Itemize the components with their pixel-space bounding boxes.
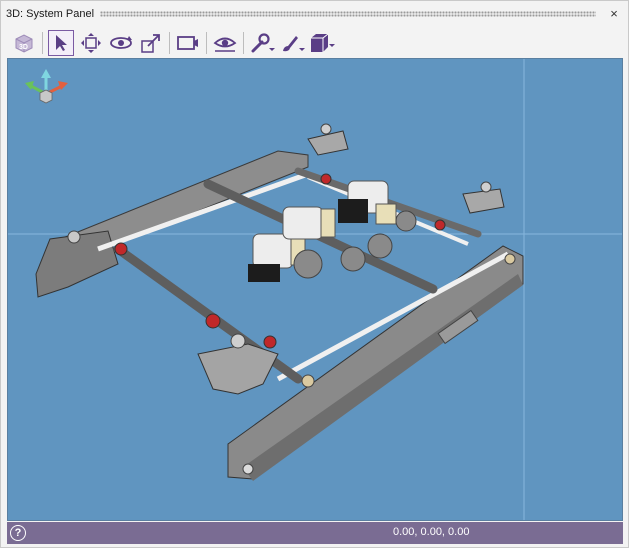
panel-titlebar[interactable]: 3D: System Panel × <box>1 1 628 27</box>
view-toolbar: 3D <box>1 28 628 58</box>
wrench-icon[interactable] <box>249 30 275 56</box>
visibility-eye-icon[interactable] <box>212 30 238 56</box>
pan-icon[interactable] <box>78 30 104 56</box>
solid-box-icon[interactable] <box>309 30 335 56</box>
axis-triad-icon <box>25 69 68 104</box>
toolbar-separator <box>206 32 207 54</box>
3d-viewport[interactable] <box>7 58 623 521</box>
toolbar-separator <box>243 32 244 54</box>
zoom-extents-icon[interactable] <box>138 30 164 56</box>
orbit-icon[interactable] <box>108 30 134 56</box>
titlebar-grip[interactable] <box>100 11 596 17</box>
toolbar-separator <box>169 32 170 54</box>
3d-view-icon[interactable]: 3D <box>11 30 37 56</box>
coordinate-readout: 0.00, 0.00, 0.00 <box>393 526 470 538</box>
bracket-back-center <box>307 123 349 156</box>
system-panel: 3D: System Panel × 3D ? 0.00, 0.00, 0.00 <box>0 0 629 548</box>
svg-text:3D: 3D <box>19 44 28 51</box>
bracket-back-right <box>462 181 505 214</box>
paintbrush-icon[interactable] <box>279 30 305 56</box>
help-icon[interactable]: ? <box>10 525 26 541</box>
camera-icon[interactable] <box>175 30 201 56</box>
select-arrow-icon[interactable] <box>48 30 74 56</box>
3d-model-render <box>8 59 622 520</box>
close-icon[interactable]: × <box>606 6 622 22</box>
panel-title: 3D: System Panel <box>6 8 95 20</box>
status-bar: ? 0.00, 0.00, 0.00 <box>7 522 623 544</box>
toolbar-separator <box>42 32 43 54</box>
